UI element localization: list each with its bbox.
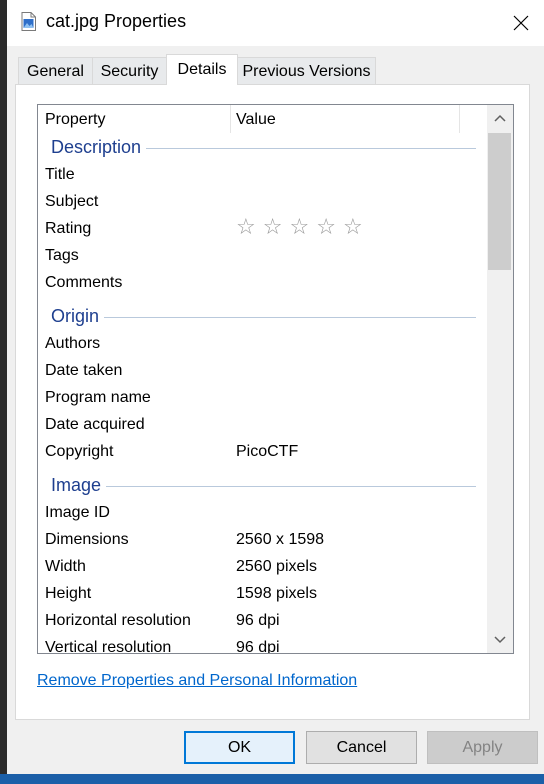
scroll-thumb[interactable]: [488, 133, 511, 270]
property-value: 2560 x 1598: [236, 531, 325, 548]
title-bar[interactable]: cat.jpg Properties: [7, 0, 544, 46]
property-row-tags[interactable]: Tags: [38, 243, 488, 270]
star-icon[interactable]: ☆: [316, 217, 336, 239]
property-value: 96 dpi: [236, 639, 280, 653]
apply-button[interactable]: Apply: [427, 731, 538, 764]
ok-button[interactable]: OK: [184, 731, 295, 764]
property-name: Image ID: [45, 504, 110, 521]
property-row-comments[interactable]: Comments: [38, 270, 488, 297]
property-row-copyright[interactable]: Copyright PicoCTF: [38, 439, 488, 466]
remove-properties-link[interactable]: Remove Properties and Personal Informati…: [37, 672, 357, 690]
property-row-date-acquired[interactable]: Date acquired: [38, 412, 488, 439]
rating-stars[interactable]: ☆ ☆ ☆ ☆ ☆: [236, 217, 363, 239]
property-row-height[interactable]: Height 1598 pixels: [38, 581, 488, 608]
group-heading: Description: [51, 137, 147, 158]
property-row-title[interactable]: Title: [38, 162, 488, 189]
properties-list[interactable]: Property Value Description Title Subject…: [37, 104, 514, 654]
image-file-icon: [21, 12, 36, 31]
property-row-rating[interactable]: Rating ☆ ☆ ☆ ☆ ☆: [38, 216, 488, 243]
column-header-property[interactable]: Property: [45, 111, 105, 129]
group-description: Description: [38, 134, 488, 164]
scroll-down-button[interactable]: [487, 627, 513, 653]
window-title: cat.jpg Properties: [46, 11, 187, 31]
desktop-edge: [0, 0, 7, 784]
group-heading: Image: [51, 475, 107, 496]
property-name: Title: [45, 166, 75, 183]
tab-details[interactable]: Details: [166, 54, 238, 85]
close-icon: [513, 15, 529, 31]
property-name: Tags: [45, 247, 79, 264]
property-row-image-id[interactable]: Image ID: [38, 500, 488, 527]
group-divider: [52, 317, 476, 318]
star-icon[interactable]: ☆: [343, 217, 363, 239]
tab-previous-versions[interactable]: Previous Versions: [237, 57, 376, 85]
column-divider[interactable]: [459, 105, 460, 133]
property-name: Copyright: [45, 443, 114, 460]
property-name: Date acquired: [45, 416, 145, 433]
property-name: Date taken: [45, 362, 123, 379]
property-name: Authors: [45, 335, 101, 352]
property-row-width[interactable]: Width 2560 pixels: [38, 554, 488, 581]
column-header-value[interactable]: Value: [236, 111, 276, 129]
property-name: Comments: [45, 274, 123, 291]
property-name: Subject: [45, 193, 99, 210]
taskbar-edge: [0, 774, 544, 784]
cancel-button[interactable]: Cancel: [306, 731, 417, 764]
group-divider: [52, 486, 476, 487]
property-name: Height: [45, 585, 92, 602]
property-name: Rating: [45, 220, 92, 237]
close-button[interactable]: [498, 0, 544, 46]
group-origin: Origin: [38, 303, 488, 333]
property-name: Dimensions: [45, 531, 129, 548]
property-row-date-taken[interactable]: Date taken: [38, 358, 488, 385]
property-value: 1598 pixels: [236, 585, 317, 602]
scroll-up-button[interactable]: [487, 105, 513, 131]
property-value[interactable]: PicoCTF: [236, 443, 298, 461]
star-icon[interactable]: ☆: [236, 217, 256, 239]
list-header: Property Value: [38, 105, 488, 133]
chevron-up-icon: [494, 114, 506, 122]
property-value: 2560 pixels: [236, 558, 317, 575]
star-icon[interactable]: ☆: [289, 217, 309, 239]
property-row-program-name[interactable]: Program name: [38, 385, 488, 412]
property-name: Horizontal resolution: [45, 612, 191, 629]
tab-security[interactable]: Security: [92, 57, 167, 85]
property-name: Vertical resolution: [45, 639, 172, 653]
property-row-vertical-resolution[interactable]: Vertical resolution 96 dpi: [38, 635, 488, 653]
vertical-scrollbar[interactable]: [487, 105, 513, 653]
chevron-down-icon: [494, 636, 506, 644]
tab-general[interactable]: General: [18, 57, 93, 85]
properties-rows: Property Value Description Title Subject…: [38, 105, 488, 653]
star-icon[interactable]: ☆: [263, 217, 283, 239]
property-row-dimensions[interactable]: Dimensions 2560 x 1598: [38, 527, 488, 554]
group-heading: Origin: [51, 306, 105, 327]
column-divider[interactable]: [230, 105, 231, 133]
property-row-authors[interactable]: Authors: [38, 331, 488, 358]
group-image: Image: [38, 472, 488, 502]
property-value: 96 dpi: [236, 612, 280, 629]
property-row-subject[interactable]: Subject: [38, 189, 488, 216]
property-name: Program name: [45, 389, 151, 406]
property-row-horizontal-resolution[interactable]: Horizontal resolution 96 dpi: [38, 608, 488, 635]
property-name: Width: [45, 558, 86, 575]
